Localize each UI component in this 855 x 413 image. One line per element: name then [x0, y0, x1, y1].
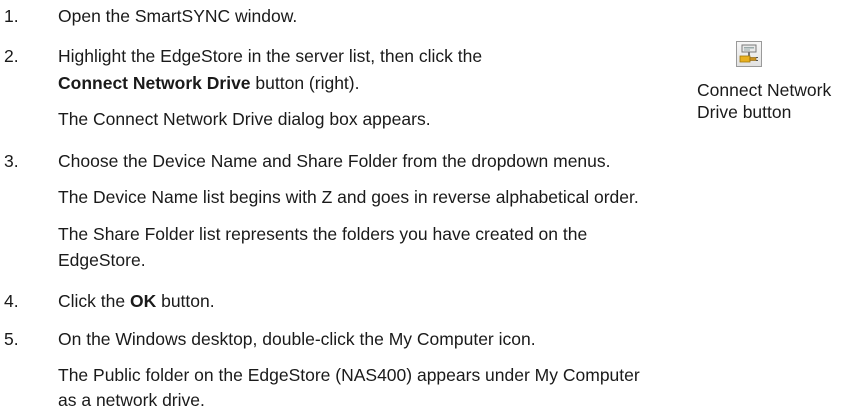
- step-3-note-2-line1: The Share Folder list represents the fol…: [58, 224, 588, 244]
- step-4-post: button.: [156, 291, 215, 311]
- caption-line-2: Drive button: [697, 102, 792, 122]
- network-drive-glyph: [739, 44, 758, 63]
- connect-network-drive-icon: [736, 41, 762, 67]
- step-5-note-line1: The Public folder on the EdgeStore (NAS4…: [58, 365, 640, 385]
- ok-label: OK: [129, 291, 157, 311]
- step-3-number: 3.: [4, 151, 19, 171]
- step-3-note-2-line2: EdgeStore.: [58, 250, 146, 270]
- step-5-note-line2: as a network drive.: [58, 390, 205, 410]
- step-5-text: On the Windows desktop, double-click the…: [58, 329, 536, 349]
- step-2-note: The Connect Network Drive dialog box app…: [58, 109, 431, 129]
- caption-line-1: Connect Network: [697, 80, 832, 100]
- step-3-text: Choose the Device Name and Share Folder …: [58, 151, 611, 171]
- step-3-note-1: The Device Name list begins with Z and g…: [58, 187, 639, 207]
- step-4-number: 4.: [4, 291, 19, 311]
- step-4-text: Click the OK button.: [58, 290, 215, 312]
- step-1-text: Open the SmartSYNC window.: [58, 6, 298, 26]
- connect-network-drive-label: Connect Network Drive: [58, 73, 251, 93]
- step-2-text-line1: Highlight the EdgeStore in the server li…: [58, 46, 483, 66]
- step-5-number: 5.: [4, 329, 19, 349]
- step-2-number: 2.: [4, 46, 19, 66]
- connect-network-drive-caption: Connect Network Drive button: [697, 79, 831, 123]
- step-2-text-line2-rest: button (right).: [250, 73, 360, 93]
- step-4-pre: Click the: [58, 291, 130, 311]
- step-2-text-line2: Connect Network Drive button (right).: [58, 72, 360, 94]
- step-1-number: 1.: [4, 6, 19, 26]
